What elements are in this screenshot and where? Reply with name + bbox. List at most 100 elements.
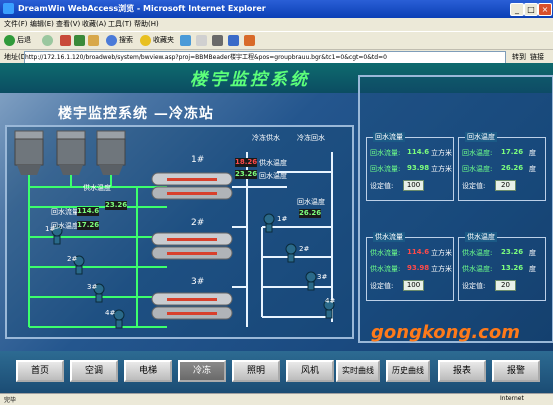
- menu-favorites[interactable]: 收藏(A): [82, 19, 106, 29]
- links-button[interactable]: 链接: [530, 52, 544, 62]
- info-panel: 回水流量 回水流量: 114.6 立方米 回水流量: 93.98 立方米 设定值…: [358, 75, 553, 343]
- nav-home-button[interactable]: 首页: [16, 360, 64, 382]
- menu-view[interactable]: 查看(V): [56, 19, 80, 29]
- page-viewport: 楼宇监控系统 楼宇监控系统 —冷冻站 冷冻供水 冷冻回水 1# 2# 3# 供水…: [0, 63, 553, 393]
- group-return-flow: 回水流量 回水流量: 114.6 立方米 回水流量: 93.98 立方米 设定值…: [366, 132, 454, 201]
- maximize-button[interactable]: □: [524, 3, 538, 16]
- return-flow-row1-value: 114.6: [407, 148, 430, 156]
- address-bar: 地址(D) http://172.16.1.120/broadweb/syste…: [0, 49, 553, 64]
- return-temp-setpoint-label: 设定值:: [462, 182, 486, 190]
- nav-chiller-button[interactable]: 冷冻: [178, 360, 226, 382]
- supply-flow-row2-label: 供水流量:: [370, 265, 401, 273]
- chiller1-return-temp-label: 回水温度: [259, 172, 287, 180]
- status-zone: Internet: [500, 395, 524, 402]
- group-return-temp: 回水温度 回水温度: 17.26 度 回水温度: 26.26 度 设定值: 20: [458, 132, 546, 201]
- supply-temp-setpoint-label: 设定值:: [462, 282, 486, 290]
- cooling-tower-2-icon: [56, 130, 86, 175]
- return-flow-row2-label: 回水流量:: [370, 165, 401, 173]
- supply-temp-row2-value: 13.26: [501, 264, 524, 272]
- back-arrow-icon: [4, 34, 15, 46]
- return-temp-row1-unit: 度: [529, 149, 536, 157]
- chiller-2-icon: [151, 232, 233, 260]
- return-temp-row2-value: 26.26: [501, 164, 524, 172]
- left-pump-3-label: 3#: [87, 283, 98, 291]
- supply-flow-row1-unit: 立方米: [431, 249, 452, 257]
- forward-arrow-icon: [42, 34, 53, 46]
- supply-flow-setpoint-label: 设定值:: [370, 282, 394, 290]
- group-supply-flow-header: 供水流量: [373, 232, 405, 242]
- watermark-text: gongkong.com: [371, 322, 520, 343]
- return-flow-row2-unit: 立方米: [431, 165, 452, 173]
- left-supply-temp-value: 23.26: [105, 201, 128, 210]
- cooling-tower-1-icon: [14, 130, 44, 175]
- return-flow-row1-label: 回水流量:: [370, 149, 401, 157]
- menu-tools[interactable]: 工具(T): [108, 19, 132, 29]
- chiller-3-icon: [151, 292, 233, 320]
- return-temp-setpoint-input[interactable]: 20: [495, 180, 516, 191]
- left-pump-1-label: 1#: [45, 225, 56, 233]
- nav-history-curve-button[interactable]: 历史曲线: [386, 360, 430, 382]
- supply-flow-row2-unit: 立方米: [431, 265, 452, 273]
- chiller-2-label: 2#: [191, 218, 205, 228]
- window-titlebar: DreamWin WebAccess浏览 - Microsoft Interne…: [0, 0, 553, 18]
- edit-icon[interactable]: [228, 35, 239, 46]
- piping-diagram: [14, 130, 335, 329]
- right-pump-1-label: 1#: [277, 215, 288, 223]
- left-pump-4-label: 4#: [105, 309, 116, 317]
- right-return-temp-label: 回水温度: [297, 198, 325, 206]
- home-icon[interactable]: [88, 35, 99, 46]
- go-button[interactable]: 转到: [512, 52, 526, 62]
- nav-elevator-button[interactable]: 电梯: [124, 360, 172, 382]
- group-return-temp-header: 回水温度: [465, 132, 497, 142]
- group-supply-temp: 供水温度 供水温度: 23.26 度 供水温度: 13.26 度 设定值: 20: [458, 232, 546, 301]
- stop-icon[interactable]: [60, 35, 71, 46]
- supply-temp-row1-label: 供水温度:: [462, 249, 493, 257]
- supply-temp-setpoint-input[interactable]: 20: [495, 280, 516, 291]
- right-pump-4-label: 4#: [325, 297, 336, 305]
- menu-file[interactable]: 文件(F): [4, 19, 28, 29]
- menu-help[interactable]: 帮助(H): [134, 19, 159, 29]
- chilled-supply-label: 冷冻供水: [252, 134, 280, 142]
- search-icon: [106, 34, 117, 46]
- print-icon[interactable]: [212, 35, 223, 46]
- return-flow-setpoint-input[interactable]: 100: [403, 180, 424, 191]
- return-flow-setpoint-label: 设定值:: [370, 182, 394, 190]
- mail-icon[interactable]: [196, 35, 207, 46]
- condenser-pipes: [28, 175, 167, 328]
- status-bar: 完毕 Internet: [0, 393, 553, 405]
- supply-flow-setpoint-input[interactable]: 100: [403, 280, 424, 291]
- close-button[interactable]: ×: [538, 3, 552, 16]
- forward-button[interactable]: [42, 34, 55, 47]
- nav-report-button[interactable]: 报表: [438, 360, 486, 382]
- nav-lighting-button[interactable]: 照明: [232, 360, 280, 382]
- window-title: DreamWin WebAccess浏览 - Microsoft Interne…: [18, 4, 266, 13]
- left-supply-temp-label: 供水温度: [83, 184, 111, 192]
- refresh-icon[interactable]: [74, 35, 85, 46]
- history-icon[interactable]: [180, 35, 191, 46]
- nav-aircon-button[interactable]: 空调: [70, 360, 118, 382]
- chiller1-temp-value: 18.26: [235, 158, 258, 167]
- menu-bar: 文件(F) 编辑(E) 查看(V) 收藏(A) 工具(T) 帮助(H): [0, 18, 553, 31]
- return-temp-row2-unit: 度: [529, 165, 536, 173]
- nav-alarm-button[interactable]: 报警: [492, 360, 540, 382]
- messenger-icon[interactable]: [244, 35, 255, 46]
- right-return-temp-value: 26.26: [299, 209, 322, 218]
- menu-edit[interactable]: 编辑(E): [30, 19, 54, 29]
- group-supply-flow: 供水流量 供水流量: 114.6 立方米 供水流量: 93.98 立方米 设定值…: [366, 232, 454, 301]
- system-title: 楼宇监控系统: [190, 70, 310, 90]
- nav-realtime-curve-button[interactable]: 实时曲线: [336, 360, 380, 382]
- supply-flow-row1-value: 114.6: [407, 248, 430, 256]
- return-temp-row1-label: 回水温度:: [462, 149, 493, 157]
- nav-bar: 首页 空调 电梯 冷冻 照明 风机 实时曲线 历史曲线 报表 报警: [0, 351, 553, 393]
- minimize-button[interactable]: _: [510, 3, 524, 16]
- back-button[interactable]: 后退: [4, 34, 31, 47]
- nav-fan-button[interactable]: 风机: [286, 360, 334, 382]
- chiller1-temp2-value: 23.26: [235, 170, 258, 179]
- search-button[interactable]: 搜索: [106, 34, 133, 47]
- favorites-button[interactable]: 收藏夹: [140, 34, 174, 47]
- group-supply-temp-header: 供水温度: [465, 232, 497, 242]
- return-temp-row1-value: 17.26: [501, 148, 524, 156]
- right-pump-2-label: 2#: [299, 245, 310, 253]
- status-text: 完毕: [4, 397, 17, 404]
- chiller1-supply-temp-label: 供水温度: [259, 159, 287, 167]
